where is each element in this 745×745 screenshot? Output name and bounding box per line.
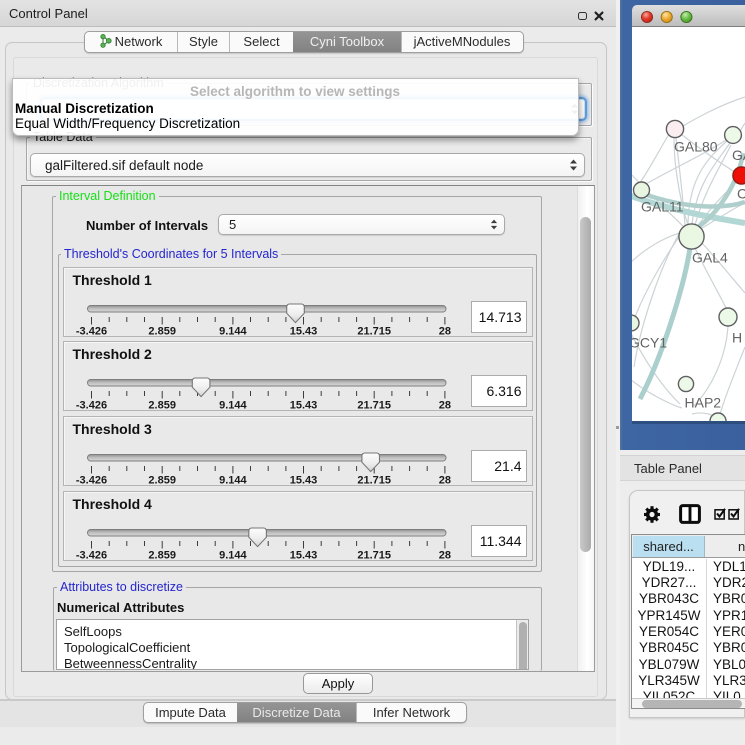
svg-text:-3.426: -3.426 (75, 326, 106, 338)
svg-text:21.715: 21.715 (357, 475, 391, 487)
svg-text:GCY1: GCY1 (632, 335, 667, 351)
svg-text:15.43: 15.43 (289, 475, 317, 487)
svg-text:28: 28 (438, 475, 450, 487)
svg-text:9.144: 9.144 (219, 326, 247, 338)
svg-text:HAP2: HAP2 (685, 395, 722, 411)
svg-text:GA: GA (732, 147, 745, 163)
svg-text:9.144: 9.144 (219, 400, 247, 412)
svg-text:21.715: 21.715 (357, 326, 391, 338)
svg-text:-3.426: -3.426 (75, 400, 106, 412)
svg-text:2.859: 2.859 (148, 400, 176, 412)
svg-text:2.859: 2.859 (148, 475, 176, 487)
svg-text:2.859: 2.859 (148, 326, 176, 338)
svg-text:28: 28 (438, 400, 450, 412)
svg-text:GAL4: GAL4 (692, 250, 728, 266)
svg-text:9.144: 9.144 (219, 475, 247, 487)
svg-text:15.43: 15.43 (289, 326, 317, 338)
svg-text:28: 28 (438, 550, 450, 562)
svg-text:2.859: 2.859 (148, 550, 176, 562)
svg-text:28: 28 (438, 326, 450, 338)
svg-text:15.43: 15.43 (289, 550, 317, 562)
svg-text:9.144: 9.144 (219, 550, 247, 562)
svg-text:H: H (732, 330, 742, 346)
svg-text:21.715: 21.715 (357, 550, 391, 562)
svg-text:21.715: 21.715 (357, 400, 391, 412)
svg-text:C: C (737, 186, 745, 202)
svg-text:GAL80: GAL80 (674, 139, 718, 155)
svg-text:-3.426: -3.426 (75, 550, 106, 562)
svg-text:15.43: 15.43 (289, 400, 317, 412)
svg-text:-3.426: -3.426 (75, 475, 106, 487)
svg-text:GAL11: GAL11 (641, 199, 684, 215)
